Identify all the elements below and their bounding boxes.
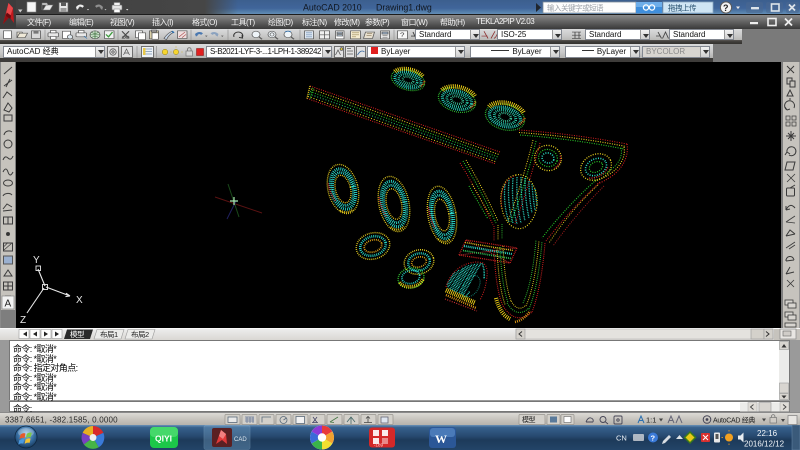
svg-text:拖拽上传: 拖拽上传: [668, 3, 697, 13]
svg-text:布局2: 布局2: [131, 329, 149, 339]
svg-text:2016/12/12: 2016/12/12: [744, 440, 785, 449]
svg-text:Drawing1.dwg: Drawing1.dwg: [376, 3, 432, 13]
svg-text:A: A: [5, 299, 12, 310]
svg-text:W: W: [435, 432, 447, 446]
svg-text:-189: -189: [374, 443, 384, 448]
svg-text:Z: Z: [20, 315, 26, 326]
svg-text:输入关键字或短语: 输入关键字或短语: [547, 3, 604, 13]
svg-text:?: ?: [723, 3, 729, 13]
svg-text:22:16: 22:16: [757, 429, 778, 438]
svg-text:模型: 模型: [70, 329, 85, 339]
svg-text:?: ?: [651, 434, 656, 443]
svg-text:QIYI: QIYI: [155, 434, 172, 444]
svg-text:1:1: 1:1: [646, 416, 656, 425]
svg-text:Y: Y: [33, 255, 40, 266]
svg-text:CAD: CAD: [234, 437, 247, 443]
svg-text:X: X: [76, 295, 83, 306]
svg-text:布局1: 布局1: [100, 329, 118, 339]
svg-text:模型: 模型: [522, 415, 536, 424]
svg-text:CN: CN: [616, 434, 627, 443]
svg-text:?: ?: [400, 31, 404, 39]
svg-text:AutoCAD 2010: AutoCAD 2010: [303, 3, 362, 13]
svg-text:3387.6651, -382.1585, 0.0000: 3387.6651, -382.1585, 0.0000: [5, 416, 118, 425]
svg-text:AutoCAD 经典: AutoCAD 经典: [713, 416, 755, 425]
